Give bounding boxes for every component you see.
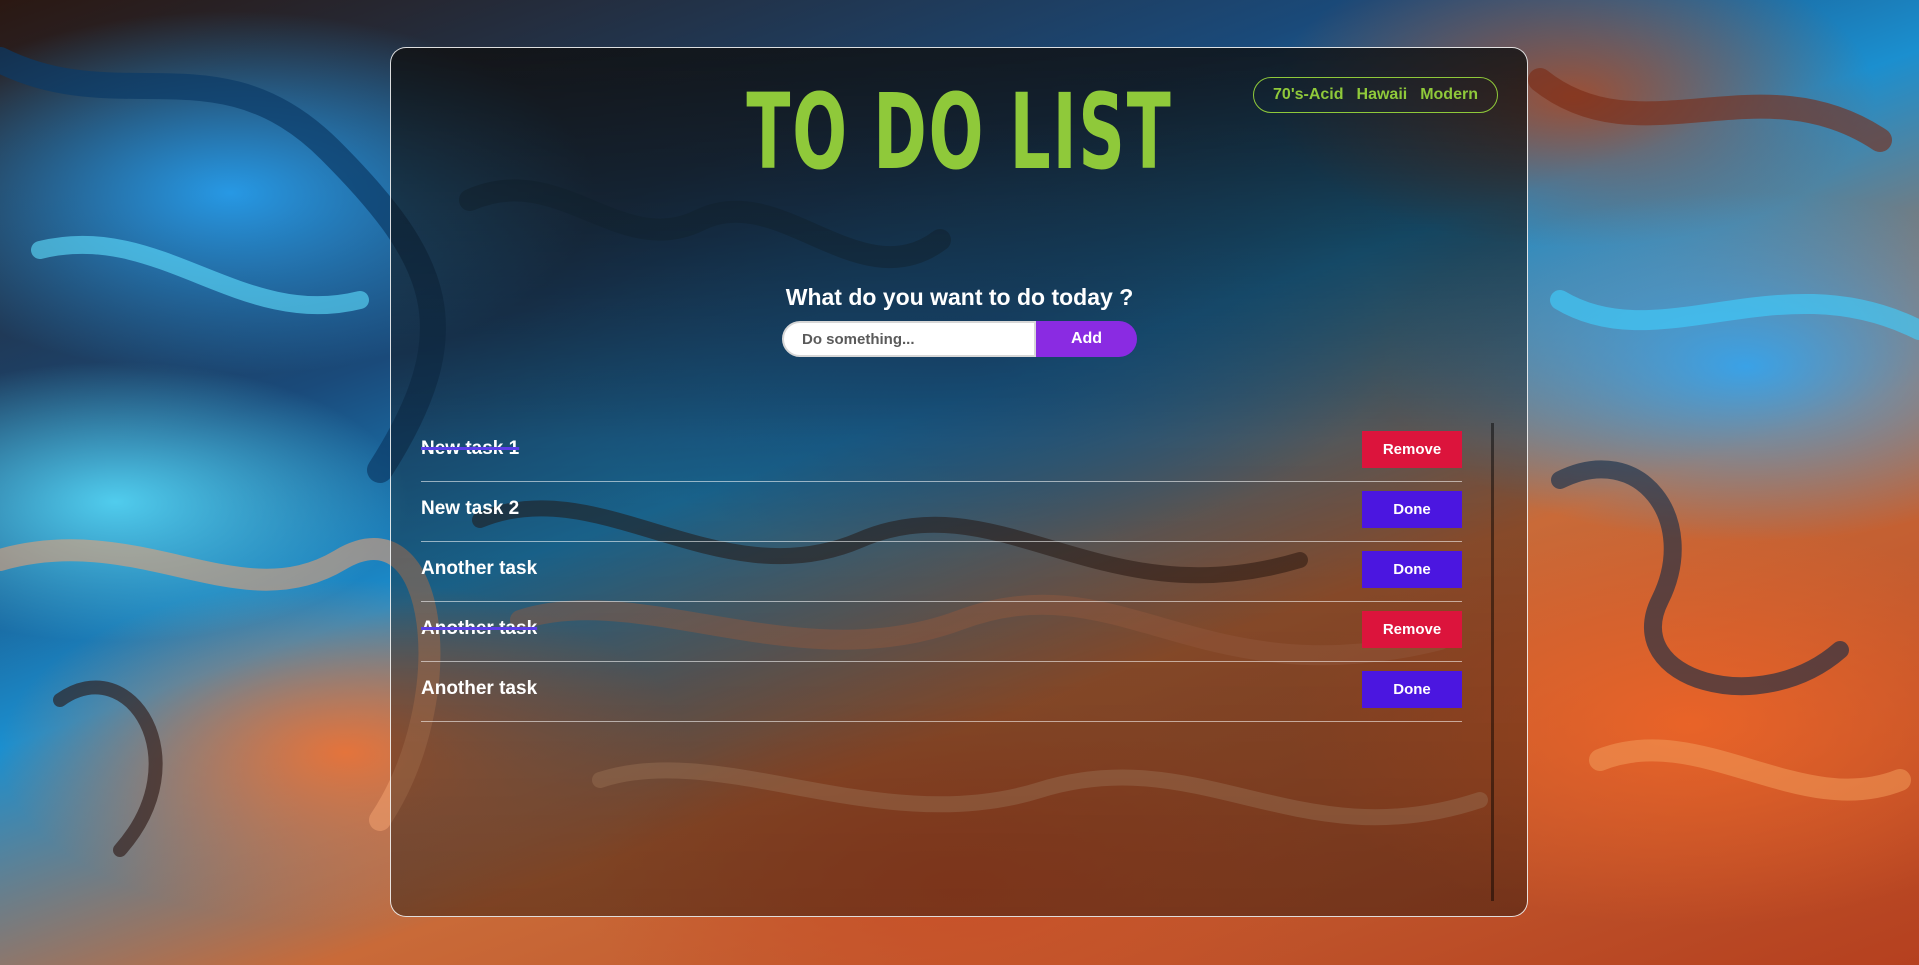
task-action-button[interactable]: Remove (1362, 431, 1462, 468)
task-row: Another task Done (421, 663, 1462, 722)
task-text: New task 1 (421, 438, 520, 459)
task-action-button[interactable]: Done (1362, 671, 1462, 708)
task-row: Another task Done (421, 543, 1462, 602)
task-input[interactable] (782, 321, 1036, 357)
task-action-button[interactable]: Done (1362, 551, 1462, 588)
task-text: Another task (421, 618, 538, 639)
task-row: New task 2 Done (421, 483, 1462, 542)
theme-option-70s-acid[interactable]: 70's-Acid (1273, 86, 1344, 104)
add-task-form: Add (782, 321, 1137, 357)
theme-option-modern[interactable]: Modern (1420, 86, 1478, 104)
task-action-button[interactable]: Done (1362, 491, 1462, 528)
task-list-scrollbar[interactable] (1491, 423, 1494, 901)
task-text: Another task (421, 558, 538, 579)
task-prompt-heading: What do you want to do today ? (785, 284, 1134, 310)
task-row: Another task Remove (421, 603, 1462, 662)
theme-option-hawaii[interactable]: Hawaii (1357, 86, 1408, 104)
add-button[interactable]: Add (1036, 321, 1137, 357)
task-row: New task 1 Remove (421, 423, 1462, 482)
theme-switcher: 70's-Acid Hawaii Modern (1253, 77, 1498, 113)
task-list: New task 1 Remove New task 2 Done Anothe… (421, 423, 1462, 723)
task-text: New task 2 (421, 498, 520, 519)
task-text: Another task (421, 678, 538, 699)
task-action-button[interactable]: Remove (1362, 611, 1462, 648)
